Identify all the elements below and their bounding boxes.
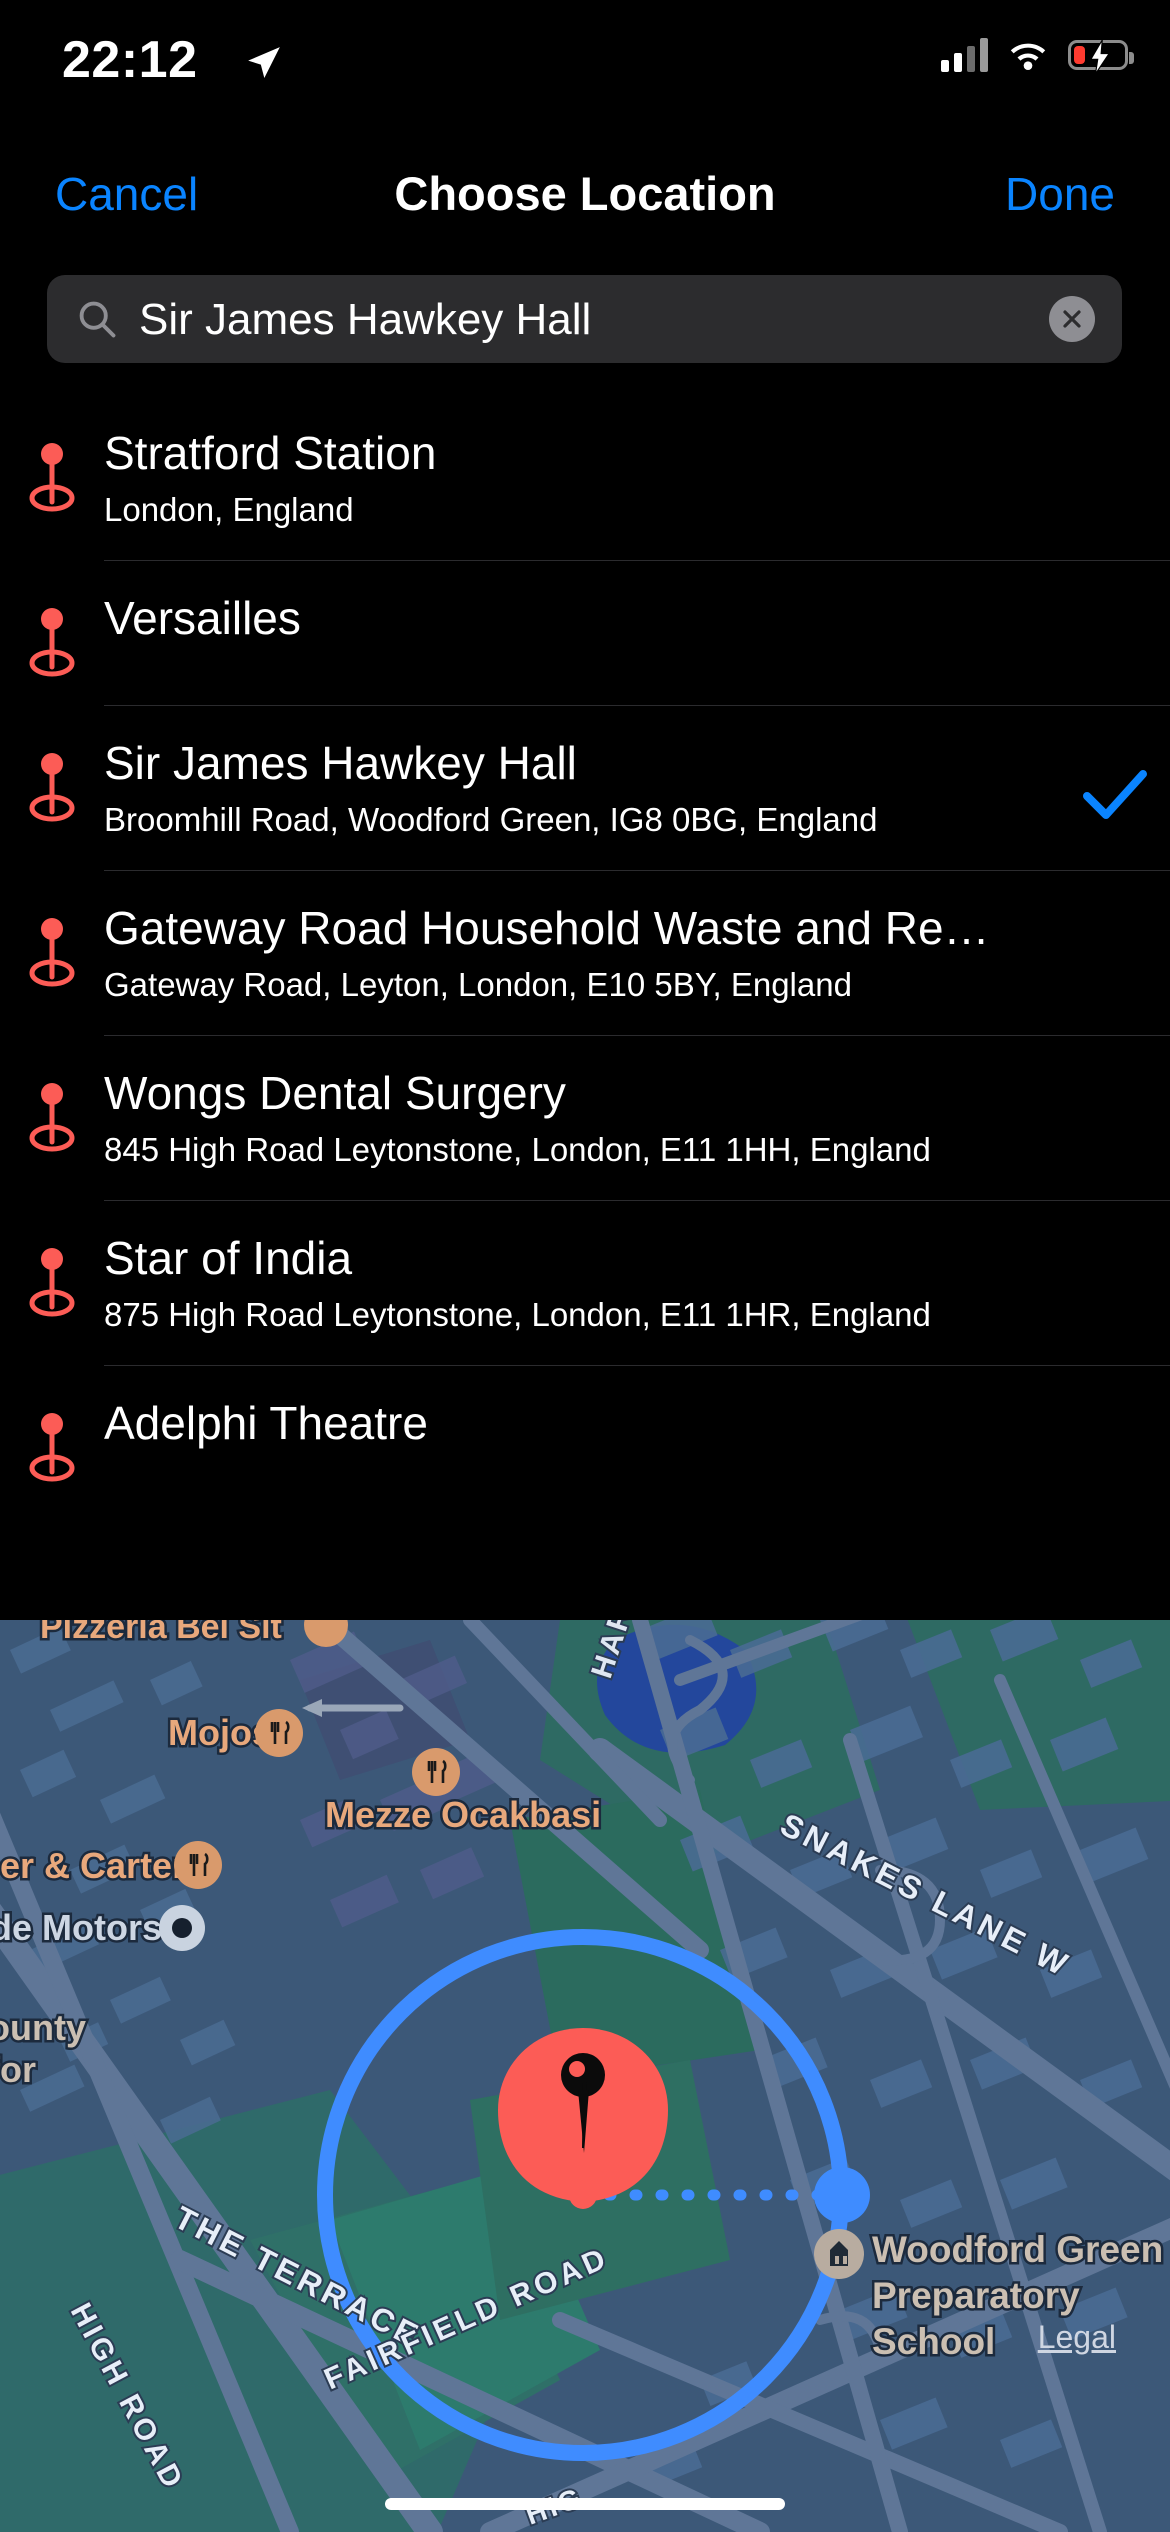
location-arrow-icon — [248, 47, 280, 79]
map-view[interactable]: Pizzeria Bel Sit Mojos Mezze Ocakbasi le… — [0, 1620, 1170, 2532]
poi-label: ler & Carter — [0, 1845, 186, 1886]
geofence-drag-handle — [814, 2167, 870, 2223]
shop-icon — [159, 1905, 205, 1951]
list-item[interactable]: Gateway Road Household Waste and Re… Gat… — [0, 871, 1170, 1035]
location-pin-marker — [498, 2028, 668, 2202]
restaurant-icon — [412, 1748, 460, 1796]
selected-check-slot — [1060, 899, 1170, 1009]
selected-check-slot — [1060, 589, 1170, 679]
map-canvas: Pizzeria Bel Sit Mojos Mezze Ocakbasi le… — [0, 1620, 1170, 2532]
map-pin-icon — [0, 1394, 104, 1484]
school-icon — [814, 2229, 864, 2279]
clear-search-button[interactable] — [1049, 296, 1095, 342]
search-input[interactable]: Sir James Hawkey Hall — [47, 275, 1122, 363]
search-bar-container: Sir James Hawkey Hall — [0, 258, 1170, 396]
done-button[interactable]: Done — [1005, 167, 1115, 221]
restaurant-icon — [255, 1709, 303, 1757]
checkmark-icon — [1060, 734, 1170, 844]
list-item-subtitle: 845 High Road Leytonstone, London, E11 1… — [104, 1131, 931, 1168]
list-item[interactable]: Stratford Station London, England — [0, 396, 1170, 560]
page-title: Choose Location — [394, 167, 776, 220]
list-item[interactable]: Adelphi Theatre — [0, 1366, 1170, 1510]
list-item-title: Stratford Station — [104, 427, 437, 479]
home-indicator[interactable] — [385, 2498, 785, 2510]
status-bar-indicators — [941, 38, 1134, 74]
list-item-subtitle: Broomhill Road, Woodford Green, IG8 0BG,… — [104, 801, 878, 838]
poi-label: Mezze Ocakbasi — [325, 1794, 601, 1835]
list-item-subtitle: London, England — [104, 491, 354, 528]
map-pin-icon — [0, 1064, 104, 1174]
search-input-value: Sir James Hawkey Hall — [139, 295, 592, 344]
map-pin-icon — [0, 1229, 104, 1339]
status-bar-time: 22:12 — [62, 31, 198, 89]
signal-bars-icon — [941, 38, 988, 72]
list-item-title: Wongs Dental Surgery — [104, 1067, 566, 1119]
map-pin-icon — [0, 424, 104, 534]
search-results-list[interactable]: Stratford Station London, England Versai… — [0, 396, 1170, 1620]
list-item-title: Versailles — [104, 592, 301, 644]
list-item[interactable]: Star of India 875 High Road Leytonstone,… — [0, 1201, 1170, 1365]
list-item-subtitle: Gateway Road, Leyton, London, E10 5BY, E… — [104, 966, 852, 1003]
poi-label: Preparatory — [872, 2275, 1080, 2316]
search-icon — [79, 301, 116, 338]
battery-charging-icon — [1068, 40, 1134, 74]
navigation-bar: Cancel Choose Location Done — [0, 140, 1170, 250]
selected-check-slot — [1060, 424, 1170, 534]
list-item-title: Sir James Hawkey Hall — [104, 737, 577, 789]
restaurant-icon — [174, 1841, 222, 1889]
list-item[interactable]: Wongs Dental Surgery 845 High Road Leyto… — [0, 1036, 1170, 1200]
list-item[interactable]: Versailles — [0, 561, 1170, 705]
poi-label: School — [872, 2321, 995, 2362]
map-pin-icon — [0, 589, 104, 679]
list-item-title: Star of India — [104, 1232, 353, 1284]
poi-label: Woodford Green — [872, 2229, 1163, 2270]
legal-link[interactable]: Legal — [1038, 2319, 1116, 2356]
selected-check-slot — [1060, 1394, 1170, 1484]
close-icon — [1063, 310, 1081, 328]
poi-label: Pizzeria Bel Sit — [40, 1620, 282, 1646]
list-item-title: Adelphi Theatre — [104, 1397, 428, 1449]
poi-label: ounty — [0, 2007, 86, 2048]
selected-check-slot — [1060, 1064, 1170, 1174]
selected-check-slot — [1060, 1229, 1170, 1339]
screen-root: 22:12 Cancel Choose Location Done Sir Ja… — [0, 0, 1170, 2532]
bolt-icon — [1089, 40, 1111, 74]
poi-label: de Motors — [0, 1907, 162, 1948]
wifi-icon — [1010, 43, 1046, 70]
status-bar: 22:12 — [0, 0, 1170, 140]
poi-label: for — [0, 2049, 36, 2090]
list-item-title: Gateway Road Household Waste and Re… — [104, 902, 990, 954]
list-item-subtitle: 875 High Road Leytonstone, London, E11 1… — [104, 1296, 931, 1333]
map-pin-icon — [0, 734, 104, 844]
list-item-selected[interactable]: Sir James Hawkey Hall Broomhill Road, Wo… — [0, 706, 1170, 870]
map-pin-icon — [0, 899, 104, 1009]
